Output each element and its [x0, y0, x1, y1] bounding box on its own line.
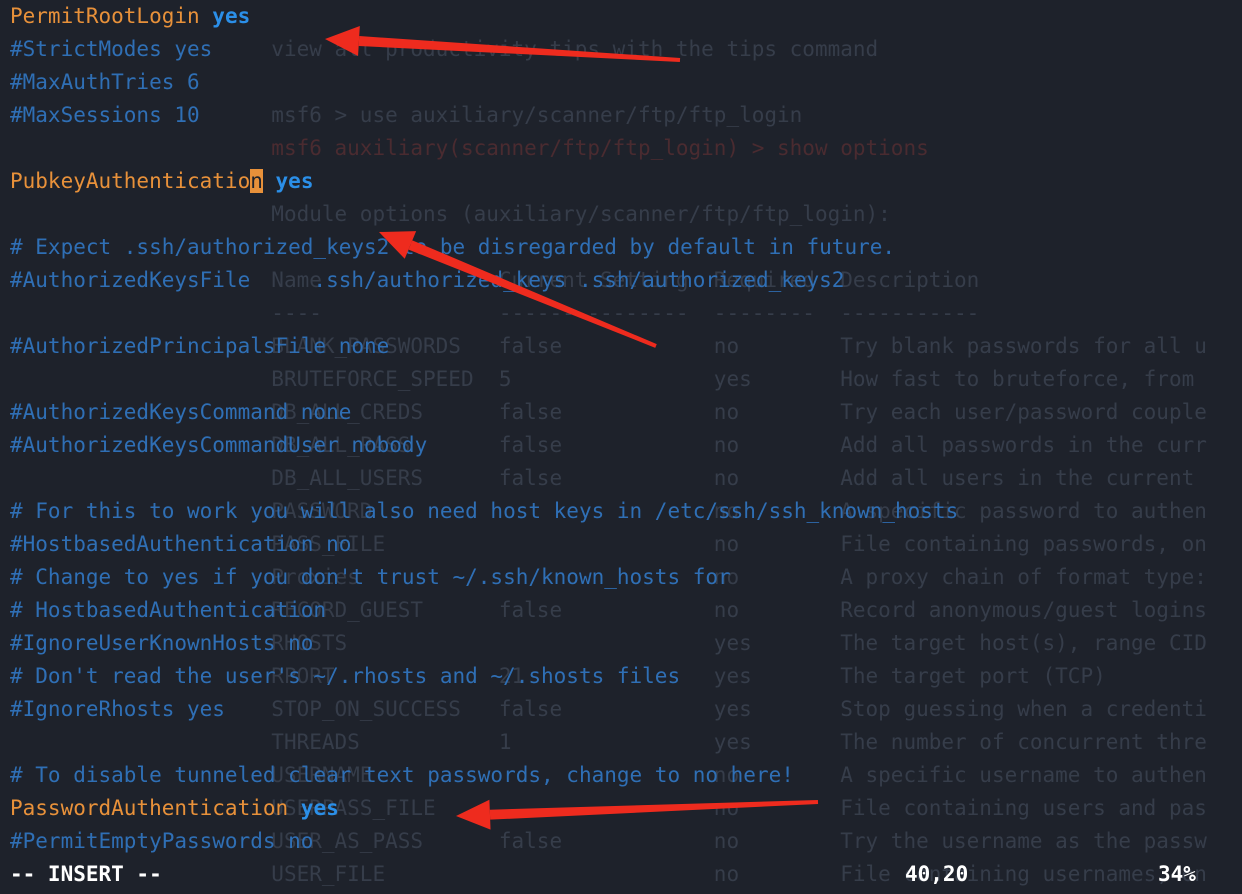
line-segment: #StrictModes yes	[10, 37, 213, 61]
line-segment: #HostbasedAuthentication no	[10, 532, 352, 556]
line-segment: # Expect .ssh/authorized_keys2 to be dis…	[10, 235, 896, 259]
vim-cursor-position: 40,20	[905, 862, 969, 886]
line-segment: #MaxSessions 10	[10, 103, 200, 127]
line-segment: # To disable tunneled clear text passwor…	[10, 763, 794, 787]
line-segment: # Change to yes if you don't trust ~/.ss…	[10, 565, 731, 589]
editor-line[interactable]	[10, 726, 1242, 759]
line-segment: #AuthorizedPrincipalsFile none	[10, 334, 390, 358]
editor-line[interactable]: # Don't read the user's ~/.rhosts and ~/…	[10, 660, 1242, 693]
editor-line[interactable]: #AuthorizedKeysFile .ssh/authorized_keys…	[10, 264, 1242, 297]
editor-line[interactable]: PubkeyAuthentication yes	[10, 165, 1242, 198]
line-segment	[263, 169, 276, 193]
editor-line[interactable]: #StrictModes yes	[10, 33, 1242, 66]
editor-line[interactable]	[10, 462, 1242, 495]
line-segment: PermitRootLogin	[10, 4, 213, 28]
line-segment: #PermitEmptyPasswords no	[10, 829, 314, 853]
editor-line[interactable]: # For this to work you will also need ho…	[10, 495, 1242, 528]
editor-line[interactable]	[10, 198, 1242, 231]
vim-scroll-percent: 34%	[1158, 862, 1196, 886]
terminal-screen: view all productivity tips with the tips…	[0, 0, 1242, 894]
line-segment: PasswordAuthentication	[10, 796, 301, 820]
editor-line[interactable]: #AuthorizedKeysCommand none	[10, 396, 1242, 429]
editor-line[interactable]: #PermitEmptyPasswords no	[10, 825, 1242, 858]
editor-line[interactable]: #AuthorizedPrincipalsFile none	[10, 330, 1242, 363]
editor-line[interactable]: PasswordAuthentication yes	[10, 792, 1242, 825]
line-segment: yes	[275, 169, 314, 193]
editor-line[interactable]: # Expect .ssh/authorized_keys2 to be dis…	[10, 231, 1242, 264]
line-segment: # Don't read the user's ~/.rhosts and ~/…	[10, 664, 681, 688]
editor-line[interactable]	[10, 363, 1242, 396]
editor-line[interactable]: #IgnoreUserKnownHosts no	[10, 627, 1242, 660]
editor-line[interactable]	[10, 132, 1242, 165]
editor-line[interactable]: PermitRootLogin yes	[10, 0, 1242, 33]
line-segment: #AuthorizedKeysCommandUser nobody	[10, 433, 428, 457]
vim-editor-buffer[interactable]: PermitRootLogin yes #StrictModes yes #MaxA…	[0, 0, 1242, 894]
editor-line[interactable]: #HostbasedAuthentication no	[10, 528, 1242, 561]
text-cursor: n	[250, 169, 263, 193]
line-segment: PubkeyAuthenticatio	[10, 169, 251, 193]
editor-line[interactable]: # Change to yes if you don't trust ~/.ss…	[10, 561, 1242, 594]
editor-line[interactable]: #AuthorizedKeysCommandUser nobody	[10, 429, 1242, 462]
line-segment: # For this to work you will also need ho…	[10, 499, 959, 523]
line-segment: #AuthorizedKeysCommand none	[10, 400, 352, 424]
line-segment: #IgnoreRhosts yes	[10, 697, 225, 721]
editor-line[interactable]	[10, 297, 1242, 330]
editor-line[interactable]: #IgnoreRhosts yes	[10, 693, 1242, 726]
line-segment: #IgnoreUserKnownHosts no	[10, 631, 314, 655]
line-segment: yes	[300, 796, 339, 820]
editor-line[interactable]: #MaxSessions 10	[10, 99, 1242, 132]
line-segment: #AuthorizedKeysFile .ssh/authorized_keys…	[10, 268, 845, 292]
line-segment: yes	[212, 4, 251, 28]
editor-line[interactable]: #MaxAuthTries 6	[10, 66, 1242, 99]
editor-line[interactable]: # To disable tunneled clear text passwor…	[10, 759, 1242, 792]
line-segment: #MaxAuthTries 6	[10, 70, 200, 94]
editor-line[interactable]: # HostbasedAuthentication	[10, 594, 1242, 627]
line-segment: # HostbasedAuthentication	[10, 598, 327, 622]
vim-mode-indicator: -- INSERT --	[10, 862, 162, 886]
